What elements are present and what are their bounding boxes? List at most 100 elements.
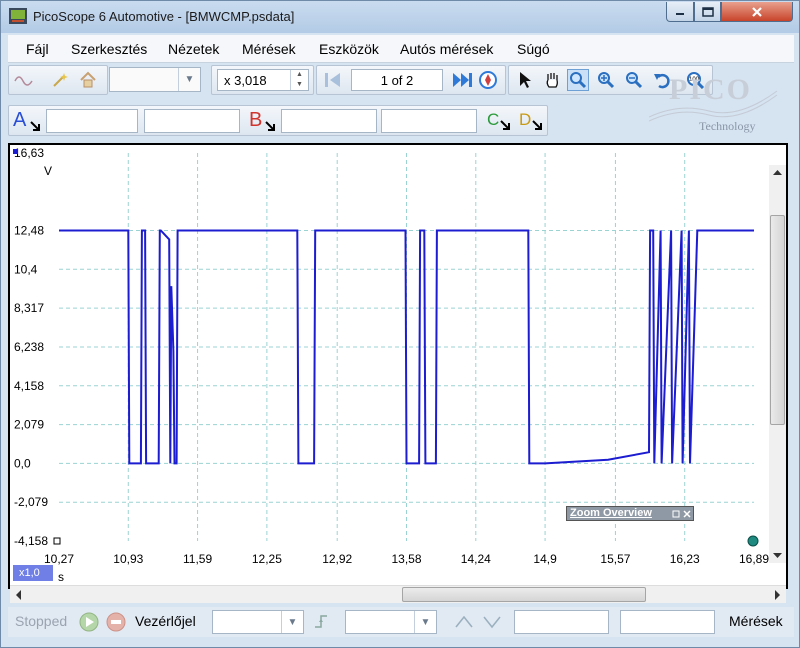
- maximize-button[interactable]: [694, 2, 721, 22]
- view-toolbar: [8, 65, 108, 95]
- scope-mode-button[interactable]: [13, 69, 35, 91]
- channel-c-label: C: [487, 110, 500, 129]
- x-unit-label: s: [58, 570, 64, 584]
- next-buffer-button[interactable]: [451, 69, 473, 91]
- close-icon: [752, 6, 762, 17]
- y-tick-label: -4,158: [14, 534, 48, 548]
- menu-bar: Fájl Szerkesztés Nézetek Mérések Eszközö…: [8, 35, 794, 63]
- zoom-overview-panel[interactable]: Zoom Overview: [566, 506, 694, 521]
- vertical-scroll-thumb[interactable]: [770, 215, 785, 425]
- pointer-icon: [520, 72, 531, 88]
- menu-automotive[interactable]: Autós mérések: [400, 41, 493, 57]
- y-tick-label: 12,48: [14, 223, 44, 237]
- scroll-up-icon: [773, 170, 782, 175]
- y-tick-label: 0,0: [14, 456, 31, 470]
- channel-a-coupling-dropdown[interactable]: [144, 109, 240, 133]
- close-button[interactable]: [721, 2, 793, 22]
- x-tick-label: 10,27: [44, 552, 74, 566]
- zoom-area-button[interactable]: [567, 69, 589, 91]
- minimize-button[interactable]: [666, 2, 694, 22]
- chevron-down-icon: ▼: [281, 611, 303, 633]
- channel-b-button[interactable]: B: [249, 109, 279, 133]
- pico-logo: PICO Technology: [648, 73, 779, 133]
- channel-a-label: A: [13, 109, 27, 131]
- y-tick-label: 8,317: [14, 301, 44, 315]
- trigger-delay-field[interactable]: [620, 610, 715, 634]
- app-window: PicoScope 6 Automotive - [BMWCMP.psdata]…: [0, 0, 800, 648]
- menu-measurements[interactable]: Mérések: [242, 41, 296, 57]
- pointer-tool-button[interactable]: [514, 69, 536, 91]
- minimize-icon: [676, 12, 684, 15]
- menu-tools[interactable]: Eszközök: [319, 41, 379, 57]
- buffer-page-field[interactable]: 1 of 2: [351, 69, 443, 91]
- home-icon: [80, 71, 96, 88]
- status-bar: Stopped Vezérlőjel ▼ ▼ Mérések: [8, 607, 794, 637]
- x-tick-label: 12,25: [252, 552, 282, 566]
- start-icon[interactable]: [79, 612, 99, 632]
- home-button[interactable]: [77, 69, 99, 91]
- channel-arrow-icon: [30, 121, 40, 131]
- trigger-threshold-field[interactable]: [514, 610, 609, 634]
- menu-file[interactable]: Fájl: [26, 41, 49, 57]
- x-tick-label: 16,23: [670, 552, 700, 566]
- ruler-handle: [747, 535, 759, 547]
- measurements-label[interactable]: Mérések: [729, 613, 783, 629]
- falling-edge-icon[interactable]: [482, 613, 502, 631]
- y-tick-label: 6,238: [14, 340, 44, 354]
- page-indicator: 1 of 2: [380, 73, 414, 88]
- axis-min-marker: [53, 537, 61, 545]
- x-tick-label: 12,92: [322, 552, 352, 566]
- run-state-label: Stopped: [15, 613, 68, 629]
- rising-edge-icon[interactable]: [454, 613, 474, 631]
- y-tick-label: -2,079: [14, 495, 48, 509]
- channel-c-button[interactable]: C: [487, 110, 515, 132]
- channel-b-range-dropdown[interactable]: [281, 109, 377, 133]
- channel-a-range-dropdown[interactable]: [46, 109, 138, 133]
- magic-wand-icon: [53, 73, 68, 87]
- skip-back-icon: [325, 73, 340, 87]
- buffer-navigator-button[interactable]: [477, 69, 499, 91]
- zoom-factor-field[interactable]: x 3,018 ▲ ▼: [217, 69, 309, 91]
- skip-forward-icon: [453, 73, 472, 87]
- zoom-out-icon: [626, 72, 643, 89]
- zoom-out-button[interactable]: [623, 69, 645, 91]
- y-tick-label: 4,158: [14, 379, 44, 393]
- channel-arrow-icon: [500, 120, 510, 130]
- menu-help[interactable]: Súgó: [517, 41, 550, 57]
- channel-b-coupling-dropdown[interactable]: [381, 109, 477, 133]
- title-bar: PicoScope 6 Automotive - [BMWCMP.psdata]: [1, 1, 799, 33]
- maximize-icon: [701, 6, 714, 17]
- hand-tool-button[interactable]: [541, 69, 563, 91]
- picoscope-app-icon: [9, 8, 27, 24]
- menu-views[interactable]: Nézetek: [168, 41, 219, 57]
- close-icon[interactable]: [683, 510, 691, 518]
- vertical-scrollbar[interactable]: [769, 165, 786, 563]
- menu-edit[interactable]: Szerkesztés: [71, 41, 147, 57]
- pico-logo-text: PICO: [669, 73, 752, 106]
- channel-arrow-icon: [265, 121, 275, 131]
- x-axis-multiplier[interactable]: x1,0: [13, 565, 53, 581]
- trigger-channel-dropdown[interactable]: ▼: [345, 610, 437, 634]
- horizontal-scrollbar[interactable]: [10, 585, 786, 603]
- window-title: PicoScope 6 Automotive - [BMWCMP.psdata]: [33, 9, 295, 24]
- trigger-mode-dropdown[interactable]: ▼: [212, 610, 304, 634]
- magnifier-icon: [570, 72, 587, 89]
- trigger-edge-icon[interactable]: [313, 613, 333, 631]
- zoom-in-button[interactable]: [595, 69, 617, 91]
- compass-icon: [479, 71, 497, 89]
- previous-buffer-button[interactable]: [322, 69, 344, 91]
- x-tick-label: 15,57: [600, 552, 630, 566]
- channel-a-button[interactable]: A: [13, 109, 43, 133]
- hand-icon: [546, 73, 558, 88]
- y-tick-label: 16,63: [14, 146, 44, 160]
- zoom-in-icon: [598, 72, 615, 89]
- capture-mode-dropdown[interactable]: ▼: [109, 67, 201, 92]
- horizontal-scroll-thumb[interactable]: [402, 587, 646, 602]
- stop-icon[interactable]: [106, 612, 126, 632]
- channel-toolbar: A B C D: [8, 105, 548, 136]
- y-tick-label: 10,4: [14, 262, 38, 276]
- magic-wand-button[interactable]: [49, 69, 71, 91]
- scope-view[interactable]: 16,63 12,48 10,4 8,317 6,238 4,158 2,079 0,0 -2,…: [8, 143, 788, 589]
- zoom-spinner[interactable]: ▲ ▼: [290, 70, 308, 90]
- channel-d-button[interactable]: D: [519, 110, 547, 132]
